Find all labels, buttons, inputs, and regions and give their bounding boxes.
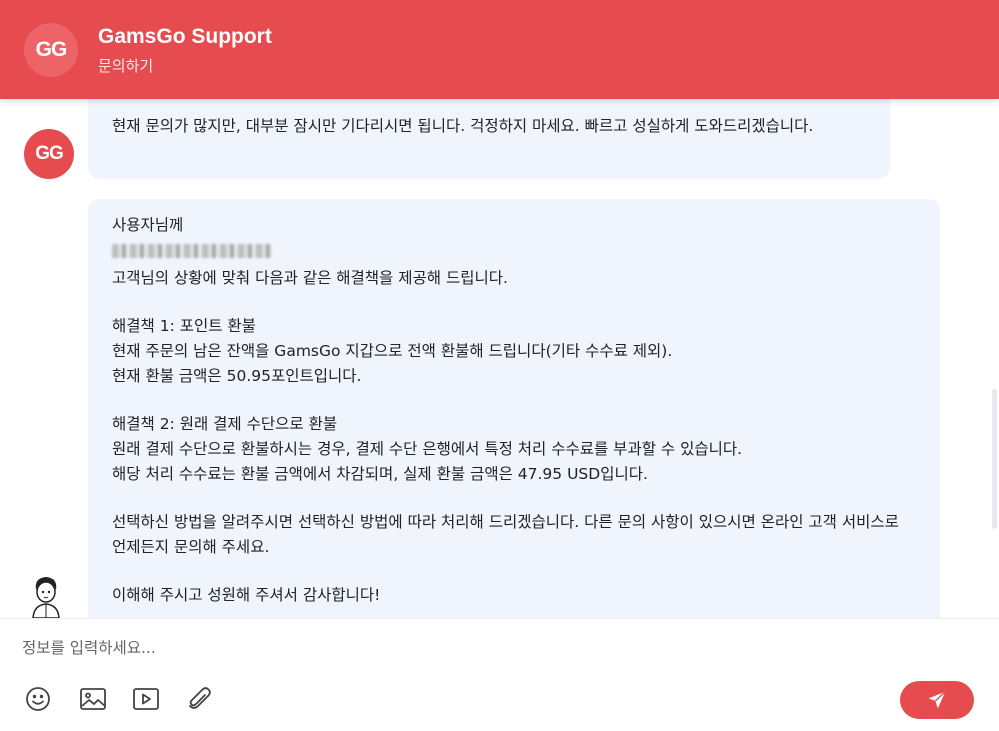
video-icon[interactable] — [132, 685, 160, 713]
attachment-icon[interactable] — [185, 685, 213, 713]
solution-2-title: 해결책 2: 원래 결제 수단으로 환불 — [112, 415, 338, 433]
message-line: 현재 환불 금액은 50.95포인트입니다. — [112, 367, 362, 385]
message-line: 원래 결제 수단으로 환불하시는 경우, 결제 수단 은행에서 특정 처리 수수… — [112, 440, 743, 458]
redacted-text — [112, 238, 914, 266]
send-button[interactable] — [900, 681, 974, 719]
message-line: 선택하신 방법을 알려주시면 선택하신 방법에 따라 처리해 드리겠습니다. 다… — [112, 513, 904, 556]
message-line: 현재 주문의 남은 잔액을 GamsGo 지갑으로 전액 환불해 드립니다(기타… — [112, 342, 673, 360]
chat-scrollbar[interactable] — [992, 389, 997, 529]
message-input[interactable] — [22, 633, 922, 663]
chat-message-list[interactable]: GG 현재 문의가 많지만, 대부분 잠시만 기다리시면 됩니다. 걱정하지 마… — [0, 99, 999, 618]
message-line: 고객님의 상황에 맞춰 다음과 같은 해결책을 제공해 드립니다. — [112, 269, 508, 287]
emoji-icon[interactable] — [24, 685, 52, 713]
solution-1-title: 해결책 1: 포인트 환불 — [112, 317, 256, 335]
message-text: 현재 문의가 많지만, 대부분 잠시만 기다리시면 됩니다. 걱정하지 마세요.… — [112, 117, 814, 135]
image-icon[interactable] — [79, 685, 107, 713]
brand-logo: GG — [24, 22, 78, 77]
header-subtitle: 문의하기 — [98, 57, 154, 75]
message-greeting: 사용자님께 — [112, 216, 184, 234]
send-icon — [928, 691, 946, 709]
header-title: GamsGo Support — [98, 25, 272, 48]
user-message-bubble: 사용자님께 고객님의 상황에 맞춰 다음과 같은 해결책을 제공해 드립니다. … — [88, 199, 940, 618]
chat-header: GG GamsGo Support 문의하기 — [0, 0, 999, 99]
user-avatar — [32, 577, 60, 618]
header-text: GamsGo Support 문의하기 — [98, 23, 272, 76]
message-line: 이해해 주시고 성원해 주셔서 감사합니다! — [112, 586, 381, 604]
agent-message-bubble: 현재 문의가 많지만, 대부분 잠시만 기다리시면 됩니다. 걱정하지 마세요.… — [88, 99, 890, 179]
message-line: 해당 처리 수수료는 환불 금액에서 차감되며, 실제 환불 금액은 47.95… — [112, 465, 648, 483]
message-composer — [0, 618, 999, 731]
agent-avatar: GG — [24, 129, 74, 179]
redaction-blur — [112, 244, 272, 258]
